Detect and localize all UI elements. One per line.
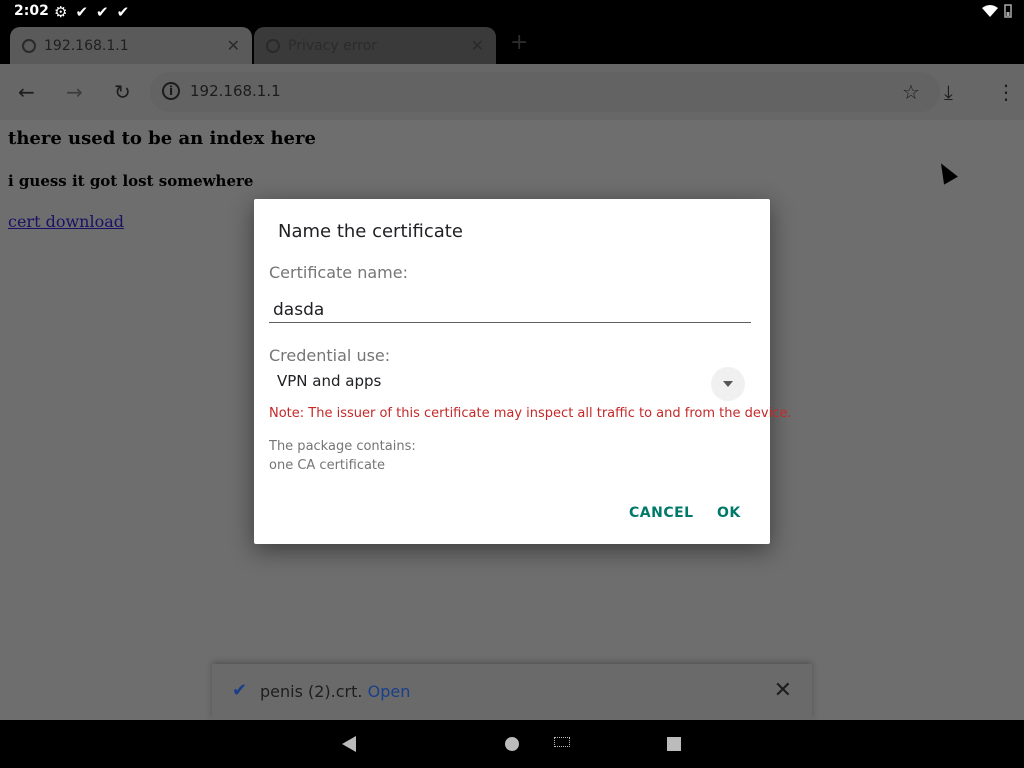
name-certificate-dialog: Name the certificate Certificate name: C… — [254, 199, 791, 544]
tab-strip: 192.168.1.1 ✕ Privacy error ✕ + — [0, 24, 1024, 64]
back-arrow-icon[interactable]: ← — [18, 80, 35, 104]
cancel-button[interactable]: CANCEL — [629, 505, 694, 521]
page-subheading: i guess it got lost somewhere — [8, 172, 254, 190]
close-icon[interactable]: ✕ — [471, 36, 484, 55]
android-nav-bar — [0, 720, 1024, 768]
nav-recents-icon[interactable] — [667, 737, 681, 751]
credential-use-select[interactable]: VPN and apps — [269, 367, 751, 401]
more-menu-icon[interactable]: ⋮ — [996, 80, 1016, 104]
warning-note: Note: The issuer of this certificate may… — [269, 406, 792, 421]
url-text[interactable]: 192.168.1.1 — [190, 82, 281, 100]
cert-name-input[interactable] — [269, 297, 751, 323]
check-icon: ✔ — [116, 3, 130, 21]
page-heading: there used to be an index here — [8, 128, 316, 149]
package-info: The package contains: one CA certificate — [269, 437, 416, 475]
browser-toolbar: ← → ↻ i 192.168.1.1 ☆ ⤓ ⋮ — [0, 64, 1024, 120]
package-label: The package contains: — [269, 439, 416, 454]
open-download-link[interactable]: Open — [368, 682, 411, 701]
cert-download-link[interactable]: cert download — [8, 212, 124, 231]
close-icon[interactable]: ✕ — [227, 36, 240, 55]
status-time: 2:02 — [14, 3, 49, 19]
globe-icon — [266, 38, 280, 53]
status-bar: 2:02 ⚙ ✔ ✔ ✔ — [0, 0, 1024, 24]
download-filename: penis (2).crt. Open — [260, 682, 410, 701]
wifi-icon — [982, 5, 998, 17]
forward-arrow-icon[interactable]: → — [66, 80, 83, 104]
battery-icon — [1004, 4, 1012, 18]
status-icons: ⚙ ✔ ✔ ✔ — [54, 3, 129, 21]
credential-use-label: Credential use: — [269, 346, 391, 365]
check-icon: ✔ — [75, 3, 89, 21]
nav-back-icon[interactable] — [342, 736, 356, 752]
dialog-title: Name the certificate — [278, 221, 463, 242]
status-right — [982, 4, 1012, 18]
tab-active[interactable]: 192.168.1.1 ✕ — [10, 27, 252, 64]
globe-icon — [22, 38, 36, 53]
info-icon[interactable]: i — [162, 82, 180, 100]
android-screen: 2:02 ⚙ ✔ ✔ ✔ 192.168.1.1 ✕ Privacy error… — [0, 0, 1024, 768]
cert-name-label: Certificate name: — [269, 263, 408, 282]
tab-title: 192.168.1.1 — [44, 37, 129, 54]
settings-icon: ⚙ — [54, 3, 68, 21]
keyboard-icon[interactable] — [554, 737, 570, 747]
star-icon[interactable]: ☆ — [902, 80, 920, 104]
credential-use-value: VPN and apps — [277, 372, 382, 390]
tab-inactive[interactable]: Privacy error ✕ — [254, 27, 496, 64]
tab-title: Privacy error — [288, 37, 378, 54]
close-icon[interactable]: ✕ — [774, 678, 792, 703]
check-icon: ✔ — [96, 3, 109, 21]
address-bar[interactable]: i 192.168.1.1 — [150, 72, 940, 112]
nav-home-icon[interactable] — [505, 737, 519, 751]
download-file-text: penis (2).crt. — [260, 682, 363, 701]
package-value: one CA certificate — [269, 458, 386, 473]
new-tab-button[interactable]: + — [510, 30, 528, 55]
reload-icon[interactable]: ↻ — [114, 80, 131, 104]
chevron-down-icon[interactable] — [711, 367, 745, 401]
download-icon[interactable]: ⤓ — [944, 80, 953, 104]
check-icon: ✔ — [232, 680, 248, 701]
download-bar: ✔ penis (2).crt. Open ✕ — [212, 664, 812, 720]
ok-button[interactable]: OK — [717, 505, 741, 521]
